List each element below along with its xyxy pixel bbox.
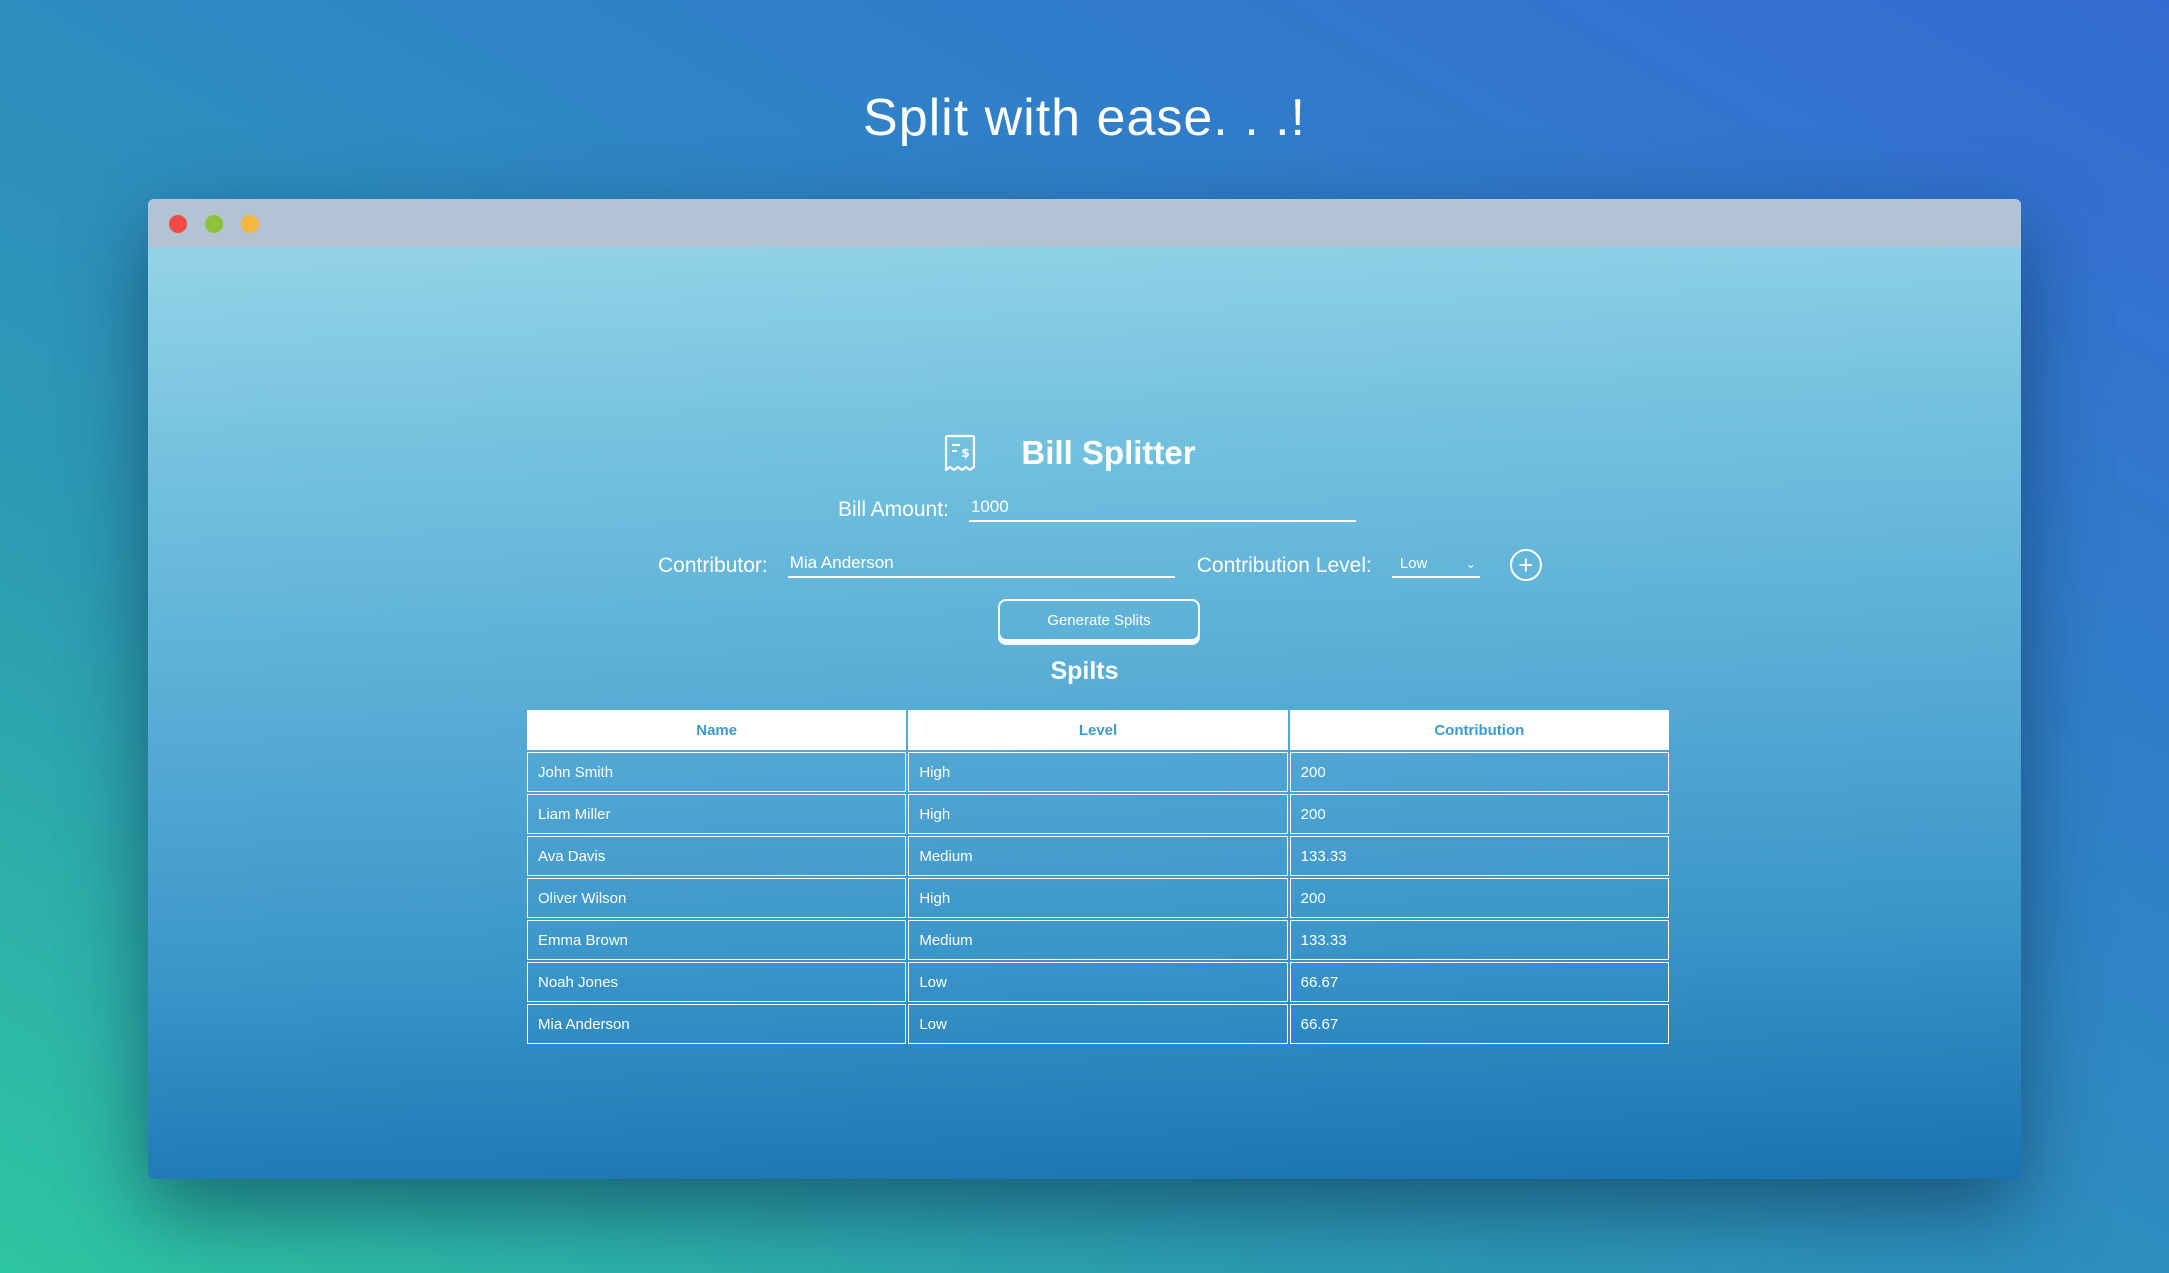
contributor-input[interactable] xyxy=(787,553,1175,578)
cell-name: Emma Brown xyxy=(527,920,907,960)
splits-heading: Spilts xyxy=(1050,657,1119,685)
contribution-level-select[interactable]: Low ⌄ xyxy=(1391,555,1480,578)
table-row: John Smith High 200 xyxy=(527,752,1669,792)
cell-contribution: 200 xyxy=(1289,752,1669,792)
cell-contribution: 200 xyxy=(1289,878,1669,918)
cell-level: High xyxy=(908,752,1288,792)
cell-level: Medium xyxy=(908,836,1288,876)
cell-contribution: 133.33 xyxy=(1289,836,1669,876)
table-header-row: Name Level Contribution xyxy=(527,710,1669,750)
bill-amount-label: Bill Amount: xyxy=(838,498,949,521)
splits-table: Name Level Contribution John Smith High … xyxy=(525,708,1671,1046)
column-header-name[interactable]: Name xyxy=(527,710,907,750)
column-header-level[interactable]: Level xyxy=(908,710,1288,750)
app-title: Bill Splitter xyxy=(1021,434,1196,471)
add-contributor-button[interactable]: + xyxy=(1509,549,1542,581)
contributor-row: Contributor: Contribution Level: Low ⌄ + xyxy=(658,549,1542,581)
table-row: Oliver Wilson High 200 xyxy=(527,878,1669,918)
chevron-down-icon: ⌄ xyxy=(1465,556,1476,571)
app-window: $ Bill Splitter Bill Amount: Contributor… xyxy=(148,199,2021,1179)
contribution-level-label: Contribution Level: xyxy=(1196,554,1372,577)
table-row: Ava Davis Medium 133.33 xyxy=(527,836,1669,876)
cell-contribution: 66.67 xyxy=(1289,962,1669,1002)
hero-title: Split with ease. . .! xyxy=(863,89,1306,147)
minimize-window-button[interactable] xyxy=(241,215,259,233)
table-row: Liam Miller High 200 xyxy=(527,794,1669,834)
bill-amount-row: Bill Amount: xyxy=(838,497,1356,522)
receipt-icon: $ xyxy=(945,434,976,472)
bill-amount-input[interactable] xyxy=(968,497,1356,522)
contributor-label: Contributor: xyxy=(658,554,768,577)
table-row: Mia Anderson Low 66.67 xyxy=(527,1004,1669,1044)
cell-name: Ava Davis xyxy=(527,836,907,876)
plus-circle-icon: + xyxy=(1518,550,1534,580)
cell-name: Liam Miller xyxy=(527,794,907,834)
cell-level: Low xyxy=(908,1004,1288,1044)
cell-contribution: 66.67 xyxy=(1289,1004,1669,1044)
column-header-contribution[interactable]: Contribution xyxy=(1289,710,1669,750)
cell-name: Noah Jones xyxy=(527,962,907,1002)
contribution-level-value: Low xyxy=(1399,555,1428,572)
svg-text:$: $ xyxy=(962,446,970,460)
cell-level: High xyxy=(908,878,1288,918)
cell-name: John Smith xyxy=(527,752,907,792)
close-window-button[interactable] xyxy=(169,215,187,233)
cell-level: Medium xyxy=(908,920,1288,960)
table-row: Emma Brown Medium 133.33 xyxy=(527,920,1669,960)
app-header: $ Bill Splitter xyxy=(148,434,2021,472)
zoom-window-button[interactable] xyxy=(205,215,223,233)
cell-name: Oliver Wilson xyxy=(527,878,907,918)
table-row: Noah Jones Low 66.67 xyxy=(527,962,1669,1002)
cell-contribution: 133.33 xyxy=(1289,920,1669,960)
cell-contribution: 200 xyxy=(1289,794,1669,834)
bill-splitter-app: $ Bill Splitter Bill Amount: Contributor… xyxy=(148,247,2021,1179)
cell-name: Mia Anderson xyxy=(527,1004,907,1044)
cell-level: Low xyxy=(908,962,1288,1002)
generate-splits-button[interactable]: Generate Splits xyxy=(998,599,1200,641)
cell-level: High xyxy=(908,794,1288,834)
window-titlebar xyxy=(148,199,2021,247)
